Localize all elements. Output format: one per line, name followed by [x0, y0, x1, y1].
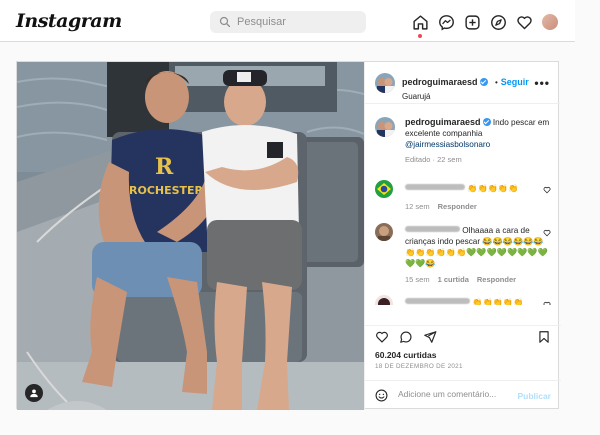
like-heart-icon[interactable] — [375, 330, 389, 344]
post-actions — [365, 325, 561, 347]
add-comment-bar: Publicar — [365, 380, 561, 410]
comment-avatar-1[interactable] — [375, 180, 393, 198]
verified-icon — [479, 78, 488, 86]
comment-likes[interactable]: 1 curtida — [438, 275, 469, 284]
search-icon — [219, 16, 231, 28]
comment-2: Olhaaaa a cara de crianças indo pescar 😂… — [405, 225, 555, 285]
comment-avatar-3[interactable] — [375, 295, 393, 305]
explore-icon[interactable] — [488, 12, 508, 32]
reply-button[interactable]: Responder — [438, 202, 477, 211]
home-icon[interactable] — [410, 12, 430, 38]
post-date[interactable]: 18 DE DEZEMBRO DE 2021 — [375, 363, 463, 370]
top-navbar: Instagram — [0, 0, 575, 42]
like-comment-heart-icon[interactable] — [543, 229, 551, 237]
activity-heart-icon[interactable] — [514, 12, 534, 32]
new-post-icon[interactable] — [462, 12, 482, 32]
comments-list: pedroguimaraesd Indo pescar em excelente… — [365, 105, 561, 305]
share-direct-icon[interactable] — [423, 330, 437, 344]
post-card: R ROCHESTER pedroguimaraesd • Seguir Gua… — [16, 61, 561, 410]
save-bookmark-icon[interactable] — [537, 330, 551, 344]
likes-count[interactable]: 60.204 curtidas — [375, 350, 436, 360]
comment-text: 👏👏👏👏👏 — [472, 298, 524, 305]
post-location[interactable]: Guarujá — [402, 92, 529, 101]
blurred-username[interactable] — [405, 226, 460, 232]
svg-text:ROCHESTER: ROCHESTER — [129, 184, 204, 197]
photo-illustration: R ROCHESTER — [17, 62, 364, 410]
comment-bubble-icon[interactable] — [399, 330, 413, 344]
publish-button[interactable]: Publicar — [517, 391, 551, 401]
user-tag-icon — [30, 389, 38, 398]
post-sidebar: pedroguimaraesd • Seguir Guarujá ••• pedr… — [364, 62, 561, 410]
notification-dot — [418, 34, 422, 38]
author-username[interactable]: pedroguimaraesd — [402, 77, 478, 87]
comment-time[interactable]: 12 sem — [405, 202, 430, 211]
search-box[interactable] — [210, 11, 366, 33]
comment-meta: 15 sem 1 curtida Responder — [405, 274, 555, 285]
search-input[interactable] — [237, 16, 357, 28]
post-header: pedroguimaraesd • Seguir Guarujá ••• — [365, 62, 560, 104]
caption-meta: Editado · 22 sem — [405, 155, 462, 164]
caption-username[interactable]: pedroguimaraesd — [405, 117, 481, 127]
author-avatar[interactable] — [375, 73, 395, 93]
like-comment-heart-icon[interactable] — [543, 301, 551, 305]
comment-time[interactable]: 15 sem — [405, 275, 430, 284]
emoji-icon[interactable] — [375, 389, 388, 402]
profile-avatar[interactable] — [542, 14, 558, 30]
verified-icon — [482, 118, 491, 126]
comment-meta: 12 sem Responder — [405, 201, 555, 212]
follow-button[interactable]: Seguir — [501, 77, 529, 87]
instagram-logo[interactable]: Instagram — [16, 10, 122, 32]
author-info: pedroguimaraesd • Seguir Guarujá — [402, 72, 529, 101]
comment-text: Olhaaaa a cara de crianças indo pescar 😂… — [405, 226, 548, 268]
comment-3: 👏👏👏👏👏 — [405, 297, 555, 305]
comment-input[interactable] — [398, 389, 508, 399]
caption-avatar[interactable] — [375, 117, 395, 137]
more-options-icon[interactable]: ••• — [534, 76, 550, 90]
blurred-username[interactable] — [405, 184, 465, 190]
like-comment-heart-icon[interactable] — [543, 186, 551, 194]
comment-avatar-2[interactable] — [375, 223, 393, 241]
nav-icons — [410, 12, 558, 38]
tagged-users-button[interactable] — [25, 384, 43, 402]
reply-button[interactable]: Responder — [477, 275, 516, 284]
comment-1: 👏👏👏👏👏 12 sem Responder — [405, 183, 555, 212]
caption-mention[interactable]: @jairmessiasbolsonaro — [405, 140, 490, 149]
svg-text:R: R — [155, 154, 174, 180]
blurred-username[interactable] — [405, 298, 470, 304]
messenger-icon[interactable] — [436, 12, 456, 32]
caption: pedroguimaraesd Indo pescar em excelente… — [405, 117, 555, 165]
comment-text: 👏👏👏👏👏 — [467, 184, 519, 193]
follow-separator: • — [494, 78, 498, 87]
post-photo[interactable]: R ROCHESTER — [17, 62, 364, 410]
edited-label: Editado — [405, 155, 431, 164]
caption-time[interactable]: 22 sem — [437, 155, 462, 164]
